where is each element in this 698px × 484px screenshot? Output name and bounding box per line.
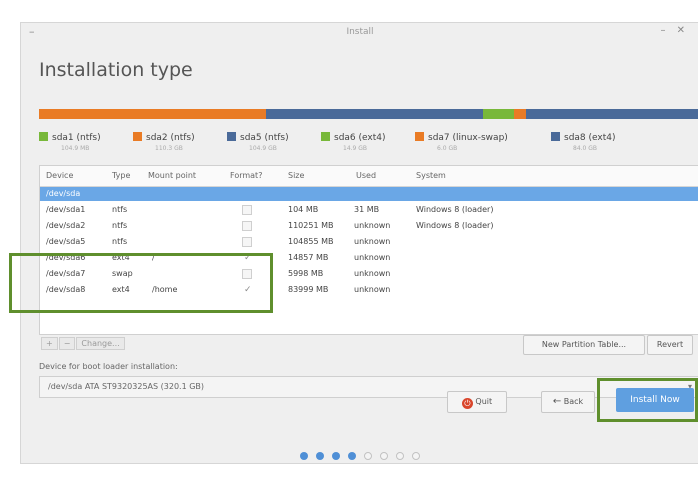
progress-dot xyxy=(364,452,372,460)
cell-used: unknown xyxy=(354,285,391,294)
change-partition-button[interactable]: Change... xyxy=(76,337,125,350)
new-partition-table-button[interactable]: New Partition Table... xyxy=(523,335,645,355)
cell-size: 104855 MB xyxy=(288,237,334,246)
cell-used: 31 MB xyxy=(354,205,380,214)
partition-edit-buttons: + − Change... xyxy=(41,337,126,350)
column-header-size[interactable]: Size xyxy=(288,171,304,180)
table-header: Device Type Mount point Format? Size Use… xyxy=(40,166,698,187)
cell-type: ntfs xyxy=(112,237,128,246)
progress-dot xyxy=(412,452,420,460)
partition-bar-segment xyxy=(482,109,514,119)
legend-item: sda5 (ntfs) 104.9 GB xyxy=(227,125,289,152)
highlight-install-button xyxy=(597,378,698,422)
legend-name: sda7 (linux-swap) xyxy=(428,133,508,143)
cell-device: /dev/sda2 xyxy=(46,221,86,230)
cell-system: Windows 8 (loader) xyxy=(416,205,494,214)
cell-used: unknown xyxy=(354,253,391,262)
legend-name: sda8 (ext4) xyxy=(564,133,616,143)
progress-dot xyxy=(348,452,356,460)
legend-swatch xyxy=(415,132,424,141)
back-label: Back xyxy=(563,397,584,406)
format-checkbox[interactable] xyxy=(242,237,252,247)
table-row[interactable]: /dev/sda1 ntfs 104 MB 31 MB Windows 8 (loade… xyxy=(40,203,698,217)
legend-item: sda8 (ext4) 84.0 GB xyxy=(551,125,616,152)
legend-swatch xyxy=(39,132,48,141)
progress-dot xyxy=(380,452,388,460)
partition-legend: sda1 (ntfs) 104.9 MB sda2 (ntfs) 110.3 GB sd… xyxy=(39,125,698,153)
progress-dot xyxy=(332,452,340,460)
column-header-format[interactable]: Format? xyxy=(230,171,262,180)
progress-dots xyxy=(21,445,698,464)
legend-item: sda1 (ntfs) 104.9 MB xyxy=(39,125,101,152)
cell-type: ntfs xyxy=(112,205,128,214)
legend-swatch xyxy=(321,132,330,141)
cell-system: Windows 8 (loader) xyxy=(416,221,494,230)
progress-dot xyxy=(300,452,308,460)
cell-device: /dev/sda5 xyxy=(46,237,86,246)
back-arrow-icon: ← xyxy=(552,396,562,407)
legend-item: sda6 (ext4) 14.9 GB xyxy=(321,125,386,152)
cell-size: 14857 MB xyxy=(288,253,329,262)
legend-item: sda7 (linux-swap) 6.0 GB xyxy=(415,125,508,152)
boot-loader-value: /dev/sda ATA ST9320325AS (320.1 GB) xyxy=(48,382,205,391)
title-bar: – Install – ✕ xyxy=(21,23,698,43)
column-header-used[interactable]: Used xyxy=(356,171,376,180)
partition-usage-bar xyxy=(39,109,698,119)
cell-used: unknown xyxy=(354,237,391,246)
cell-device: /dev/sda xyxy=(46,189,81,198)
legend-swatch xyxy=(133,132,142,141)
quit-icon: ⏻ xyxy=(461,398,473,409)
legend-size: 104.9 MB xyxy=(61,145,90,152)
page-title: Installation type xyxy=(39,59,193,81)
partition-bar-segment xyxy=(39,109,267,119)
format-checkbox[interactable] xyxy=(242,205,252,215)
legend-name: sda5 (ntfs) xyxy=(240,133,289,143)
window-controls[interactable]: – ✕ xyxy=(660,25,689,36)
legend-size: 14.9 GB xyxy=(343,145,368,152)
table-row[interactable]: /dev/sda2 ntfs 110251 MB unknown Windows 8 (… xyxy=(40,219,698,233)
revert-button[interactable]: Revert xyxy=(647,335,693,355)
column-header-mount[interactable]: Mount point xyxy=(148,171,196,180)
legend-size: 104.9 GB xyxy=(249,145,277,152)
column-header-type[interactable]: Type xyxy=(112,171,130,180)
legend-item: sda2 (ntfs) 110.3 GB xyxy=(133,125,195,152)
column-header-device[interactable]: Device xyxy=(46,171,73,180)
legend-name: sda6 (ext4) xyxy=(334,133,386,143)
highlight-linux-partitions xyxy=(9,253,273,313)
column-header-system[interactable]: System xyxy=(416,171,446,180)
quit-label: Quit xyxy=(475,397,493,406)
progress-dot xyxy=(316,452,324,460)
partition-bar-segment xyxy=(266,109,483,119)
cell-size: 5998 MB xyxy=(288,269,324,278)
format-checkbox[interactable] xyxy=(242,221,252,231)
progress-dot xyxy=(396,452,404,460)
legend-name: sda1 (ntfs) xyxy=(52,133,101,143)
quit-button[interactable]: ⏻ Quit xyxy=(447,391,507,413)
legend-size: 84.0 GB xyxy=(573,145,598,152)
legend-name: sda2 (ntfs) xyxy=(146,133,195,143)
cell-size: 110251 MB xyxy=(288,221,334,230)
legend-swatch xyxy=(227,132,236,141)
legend-size: 110.3 GB xyxy=(155,145,183,152)
cell-size: 104 MB xyxy=(288,205,319,214)
cell-device: /dev/sda1 xyxy=(46,205,86,214)
back-button[interactable]: ← Back xyxy=(541,391,595,413)
window-title: Install xyxy=(346,27,374,37)
table-row[interactable]: /dev/sda xyxy=(40,187,698,201)
cell-used: unknown xyxy=(354,221,391,230)
partition-bar-segment xyxy=(513,109,527,119)
add-partition-button[interactable]: + xyxy=(41,337,58,350)
table-row[interactable]: /dev/sda5 ntfs 104855 MB unknown xyxy=(40,235,698,249)
boot-loader-label: Device for boot loader installation: xyxy=(39,362,178,371)
legend-size: 6.0 GB xyxy=(437,145,458,152)
cell-size: 83999 MB xyxy=(288,285,329,294)
partition-bar-segment xyxy=(526,109,698,119)
remove-partition-button[interactable]: − xyxy=(58,337,76,350)
legend-swatch xyxy=(551,132,560,141)
cell-type: ntfs xyxy=(112,221,128,230)
cell-used: unknown xyxy=(354,269,391,278)
